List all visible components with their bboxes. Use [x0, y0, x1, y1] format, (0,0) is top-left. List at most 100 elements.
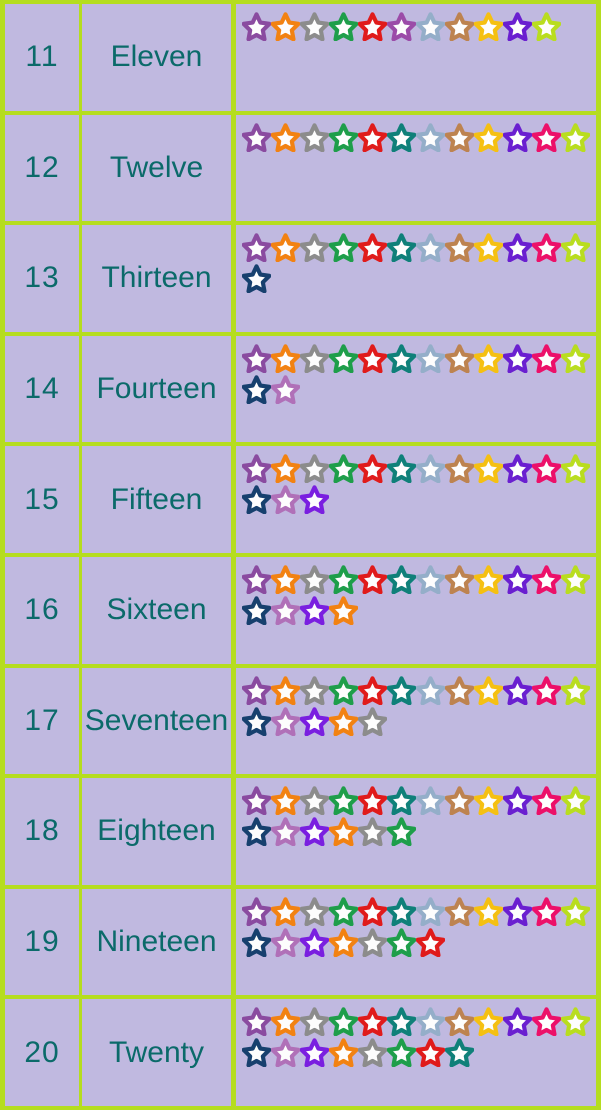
star-icon — [445, 675, 474, 705]
table-row: 15 Fifteen — [0, 446, 601, 557]
star-icon — [503, 344, 532, 373]
star-icon — [561, 122, 590, 152]
star-icon — [242, 264, 271, 294]
star-icon — [387, 675, 416, 705]
star-icon — [242, 375, 271, 404]
numeral-cell: 19 — [0, 888, 82, 996]
numeral-cell: 14 — [0, 335, 82, 443]
star-icon — [532, 122, 561, 152]
numeral-cell: 16 — [0, 556, 82, 664]
star-icon — [532, 675, 561, 705]
star-icon — [532, 1007, 561, 1037]
star-icon — [329, 1007, 358, 1037]
table-row: 20 Twenty — [0, 999, 601, 1106]
star-icon — [561, 344, 590, 373]
star-icon — [503, 897, 532, 926]
star-icon — [416, 12, 445, 41]
table-row: 17 Seventeen — [0, 667, 601, 779]
star-icon — [445, 897, 474, 926]
star-icon — [271, 565, 300, 594]
star-icon — [300, 1007, 329, 1037]
star-icon — [271, 233, 300, 263]
star-icon — [358, 706, 387, 736]
star-icon — [474, 454, 503, 484]
star-icon — [561, 565, 590, 594]
star-icon — [387, 817, 416, 847]
star-icon — [329, 344, 358, 373]
star-icon — [300, 122, 329, 152]
star-icon — [503, 454, 532, 484]
star-icon — [271, 375, 300, 404]
star-icon — [445, 1007, 474, 1037]
star-icon — [474, 897, 503, 926]
star-icon — [242, 706, 271, 736]
word-cell: Seventeen — [82, 667, 236, 775]
numeral-cell: 12 — [0, 114, 82, 222]
star-icon — [271, 454, 300, 484]
star-icon — [358, 1038, 387, 1068]
star-icon — [329, 897, 358, 926]
star-icon — [300, 1038, 329, 1068]
word-cell: Fourteen — [82, 335, 236, 443]
word-cell: Twenty — [82, 999, 236, 1106]
star-icon — [358, 454, 387, 484]
star-icon — [329, 596, 358, 625]
word-cell: Eleven — [82, 4, 236, 111]
star-icon — [416, 1038, 445, 1068]
stars-cell — [236, 446, 601, 553]
star-icon — [532, 897, 561, 926]
star-icon — [503, 233, 532, 263]
star-icon — [300, 12, 329, 41]
star-icon — [242, 485, 271, 515]
table-row: 13 Thirteen — [0, 225, 601, 336]
star-icon — [503, 122, 532, 152]
star-icon — [387, 1038, 416, 1068]
star-icon — [271, 786, 300, 816]
star-icon — [416, 233, 445, 263]
star-icon — [561, 675, 590, 705]
star-icon — [416, 675, 445, 705]
stars-cell — [236, 888, 601, 996]
stars-cell — [236, 335, 601, 443]
star-icon — [387, 344, 416, 373]
star-icon — [474, 675, 503, 705]
star-icon — [532, 786, 561, 816]
star-icon — [358, 344, 387, 373]
star-icon — [474, 122, 503, 152]
star-icon — [532, 12, 561, 41]
star-icon — [358, 675, 387, 705]
star-icon — [329, 565, 358, 594]
star-icon — [242, 122, 271, 152]
star-icon — [445, 233, 474, 263]
star-icon — [242, 675, 271, 705]
numeral-cell: 11 — [0, 4, 82, 111]
word-cell: Thirteen — [82, 225, 236, 332]
star-icon — [561, 454, 590, 484]
star-icon — [358, 897, 387, 926]
star-icon — [561, 897, 590, 926]
star-icon — [416, 454, 445, 484]
star-icon — [300, 596, 329, 625]
star-icon — [445, 786, 474, 816]
star-icon — [300, 675, 329, 705]
star-icon — [242, 344, 271, 373]
star-icon — [416, 928, 445, 957]
star-icon — [416, 122, 445, 152]
star-icon — [358, 565, 387, 594]
star-icon — [416, 897, 445, 926]
star-icon — [271, 122, 300, 152]
star-icon — [358, 817, 387, 847]
star-icon — [271, 344, 300, 373]
star-icon — [242, 596, 271, 625]
numeral-cell: 13 — [0, 225, 82, 332]
star-icon — [329, 12, 358, 41]
table-row: 18 Eighteen — [0, 778, 601, 889]
star-icon — [561, 233, 590, 263]
star-icon — [271, 817, 300, 847]
word-cell: Sixteen — [82, 556, 236, 664]
star-icon — [300, 454, 329, 484]
star-icon — [300, 485, 329, 515]
stars-cell — [236, 114, 601, 222]
star-icon — [387, 897, 416, 926]
star-icon — [532, 344, 561, 373]
